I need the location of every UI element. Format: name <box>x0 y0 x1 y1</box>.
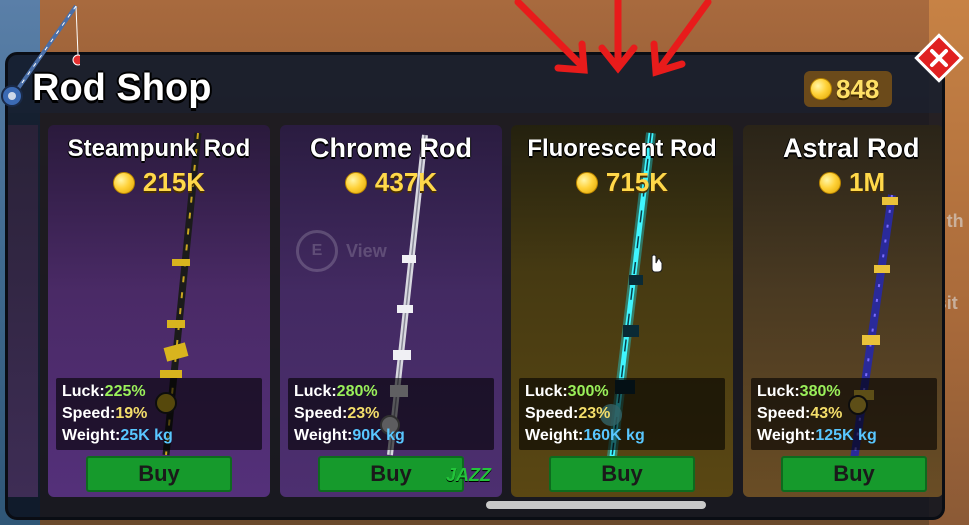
rod-card-fluorescent[interactable]: Fluorescent Rod 715K Luck:300% Speed:23%… <box>511 125 733 497</box>
weight-label: Weight: <box>294 427 353 444</box>
rod-name: Steampunk Rod <box>67 135 251 162</box>
rod-price-value: 215K <box>142 167 206 197</box>
rod-price: 215K <box>48 167 270 198</box>
speed-label: Speed: <box>62 405 116 422</box>
rod-shop-window: Rod Shop 848 Steampunk Rod 215K Luck:225… <box>5 52 945 520</box>
rod-name: Astral Rod <box>783 133 920 163</box>
rod-name: Fluorescent Rod <box>527 135 717 162</box>
rod-price-value: 715K <box>605 167 669 197</box>
rod-name: Chrome Rod <box>310 133 472 163</box>
buy-button-fluorescent[interactable]: Buy <box>549 456 695 492</box>
luck-value: 280% <box>336 383 378 400</box>
speed-label: Speed: <box>294 405 348 422</box>
speed-stat: Speed:19% <box>62 403 262 425</box>
luck-stat: Luck:300% <box>525 381 725 403</box>
rod-price: 715K <box>511 167 733 198</box>
rod-price-value: 1M <box>849 167 886 197</box>
weight-value: 25K kg <box>120 427 173 444</box>
weight-label: Weight: <box>62 427 121 444</box>
coin-balance: 848 <box>804 71 892 107</box>
luck-stat: Luck:280% <box>294 381 494 403</box>
view-prompt: E View <box>296 230 387 272</box>
weight-stat: Weight:160K kg <box>525 425 725 447</box>
buy-button-steampunk[interactable]: Buy <box>86 456 232 492</box>
speed-stat: Speed:23% <box>294 403 494 425</box>
weight-label: Weight: <box>525 427 584 444</box>
speed-value: 43% <box>810 405 843 422</box>
luck-stat: Luck:225% <box>62 381 262 403</box>
luck-value: 300% <box>567 383 609 400</box>
rod-stats: Luck:225% Speed:19% Weight:25K kg <box>56 378 262 450</box>
weight-value: 160K kg <box>583 427 645 444</box>
rod-stats: Luck:380% Speed:43% Weight:125K kg <box>751 378 937 450</box>
weight-value: 125K kg <box>815 427 877 444</box>
rod-stats: Luck:280% Speed:23% Weight:90K kg <box>288 378 494 450</box>
weight-stat: Weight:125K kg <box>757 425 937 447</box>
rod-price: 1M <box>819 167 942 198</box>
luck-label: Luck: <box>62 383 105 400</box>
rod-price: 437K <box>280 167 502 198</box>
cursor-icon <box>651 254 663 273</box>
coin-balance-value: 848 <box>836 73 880 104</box>
buy-button-astral[interactable]: Buy <box>781 456 927 492</box>
speed-label: Speed: <box>757 405 811 422</box>
weight-value: 90K kg <box>352 427 405 444</box>
coin-icon <box>819 171 841 194</box>
previous-card-peek[interactable] <box>8 125 38 497</box>
game-scene: Talk to th ? Visit Rod Shop 848 Steampun… <box>0 0 969 525</box>
rod-card-steampunk[interactable]: Steampunk Rod 215K Luck:225% Speed:19% W… <box>48 125 270 497</box>
speed-stat: Speed:23% <box>525 403 725 425</box>
coin-icon <box>810 78 832 100</box>
luck-value: 380% <box>799 383 841 400</box>
speed-stat: Speed:43% <box>757 403 937 425</box>
luck-label: Luck: <box>757 383 800 400</box>
speed-label: Speed: <box>525 405 579 422</box>
weight-stat: Weight:25K kg <box>62 425 262 447</box>
close-icon <box>914 33 964 83</box>
weight-label: Weight: <box>757 427 816 444</box>
luck-stat: Luck:380% <box>757 381 937 403</box>
weight-stat: Weight:90K kg <box>294 425 494 447</box>
key-e-icon: E <box>296 230 338 272</box>
rod-stats: Luck:300% Speed:23% Weight:160K kg <box>519 378 725 450</box>
buy-button-chrome[interactable]: Buy <box>318 456 464 492</box>
rod-card-chrome[interactable]: Chrome Rod 437K E View Luck:280% Speed:2… <box>280 125 502 497</box>
speed-value: 19% <box>115 405 148 422</box>
view-label: View <box>346 240 387 261</box>
horizontal-scrollbar[interactable] <box>486 501 706 509</box>
close-button[interactable] <box>912 31 966 85</box>
rod-card-astral[interactable]: Astral Rod 1M Luck:380% Speed:43% Weight… <box>743 125 942 497</box>
speed-value: 23% <box>578 405 611 422</box>
speed-value: 23% <box>347 405 380 422</box>
luck-value: 225% <box>104 383 146 400</box>
luck-label: Luck: <box>525 383 568 400</box>
arrow-icon <box>514 0 712 77</box>
watermark: JAZZ <box>446 465 491 485</box>
coin-icon <box>575 171 598 194</box>
fishing-rod-icon <box>1 4 80 107</box>
rod-price-value: 437K <box>374 167 438 197</box>
coin-icon <box>344 171 367 194</box>
luck-label: Luck: <box>294 383 337 400</box>
coin-icon <box>112 171 135 194</box>
